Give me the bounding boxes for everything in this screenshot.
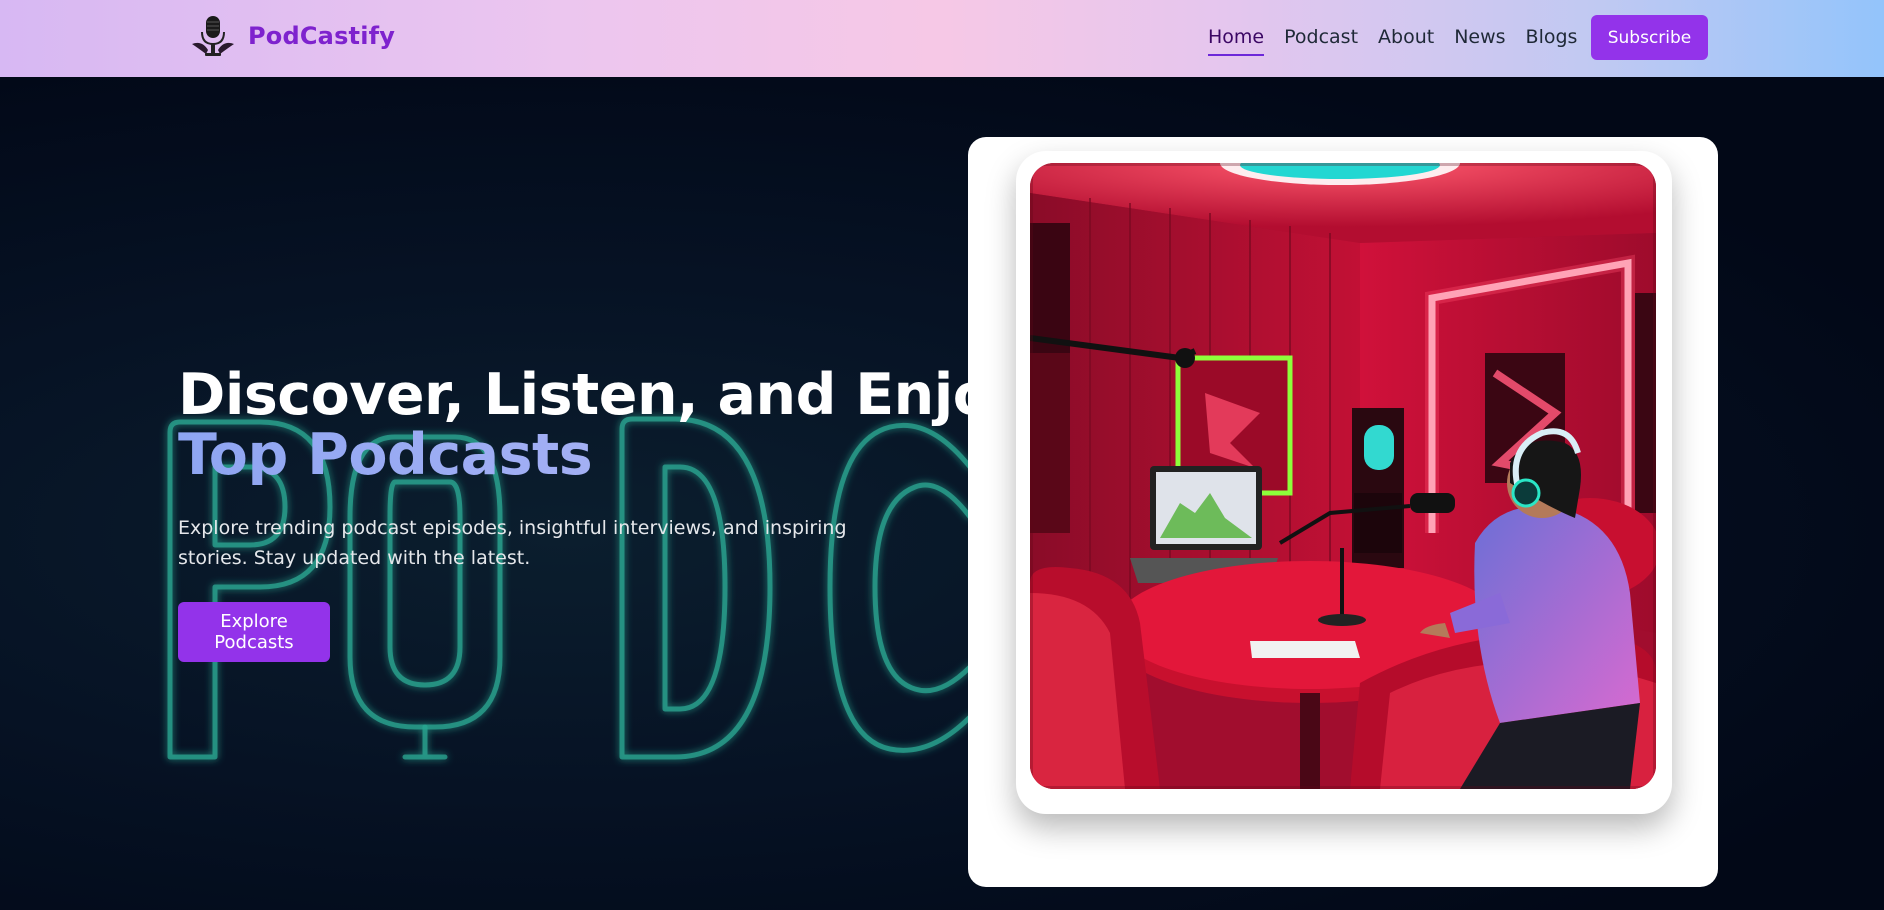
nav-link-news[interactable]: News: [1454, 26, 1505, 52]
hero-title: Discover, Listen, and Enjoy Top Podcasts: [178, 362, 1029, 485]
explore-podcasts-button[interactable]: Explore Podcasts: [178, 602, 330, 662]
hero-description: Explore trending podcast episodes, insig…: [178, 517, 847, 569]
hero-image-frame: [1016, 151, 1672, 814]
hero-image-card: [968, 137, 1718, 887]
brand-name: PodCastify: [248, 22, 396, 50]
nav-link-home[interactable]: Home: [1208, 26, 1265, 56]
podcast-studio-illustration: [1030, 163, 1656, 789]
nav-link-about[interactable]: About: [1378, 26, 1434, 52]
main-nav: Home Podcast About News Blogs: [1208, 0, 1597, 77]
subscribe-button[interactable]: Subscribe: [1591, 15, 1708, 60]
hero-section: Discover, Listen, and Enjoy Top Podcasts…: [0, 77, 1884, 910]
hero-title-line1: Discover, Listen, and Enjoy: [178, 362, 1029, 428]
hero-title-highlight: Top Podcasts: [178, 425, 958, 485]
nav-link-blogs[interactable]: Blogs: [1526, 26, 1578, 52]
nav-link-podcast[interactable]: Podcast: [1284, 26, 1358, 52]
microphone-logo-icon: [188, 14, 238, 58]
brand[interactable]: PodCastify: [188, 14, 395, 58]
navbar: PodCastify Home Podcast About News Blogs…: [0, 0, 1884, 77]
